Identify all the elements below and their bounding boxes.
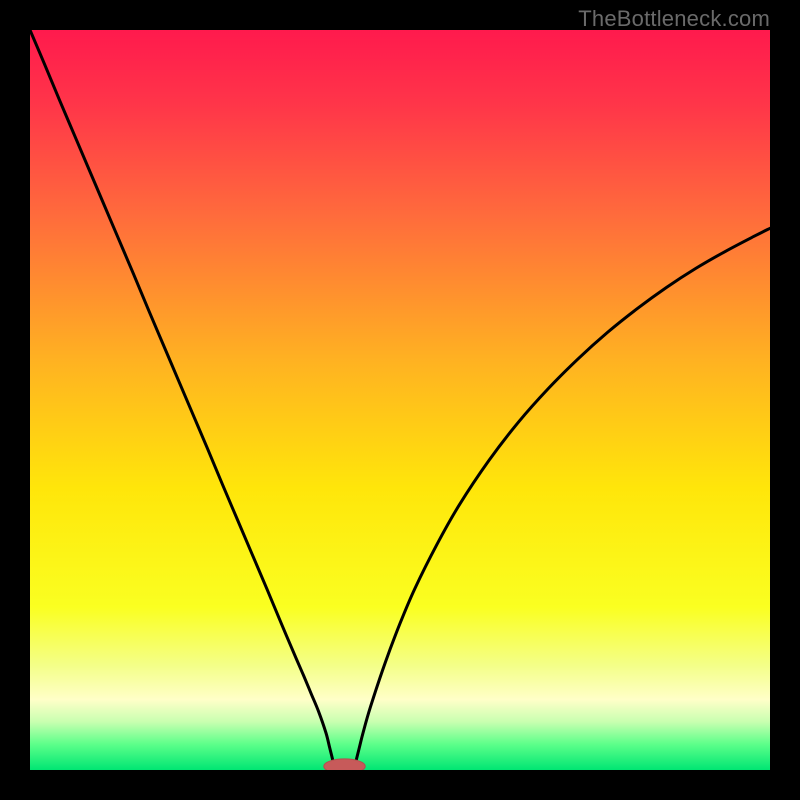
watermark-text: TheBottleneck.com: [578, 6, 770, 32]
trough-marker: [324, 759, 365, 770]
chart-svg: [30, 30, 770, 770]
plot-area: [30, 30, 770, 770]
gradient-background: [30, 30, 770, 770]
chart-frame: TheBottleneck.com: [0, 0, 800, 800]
